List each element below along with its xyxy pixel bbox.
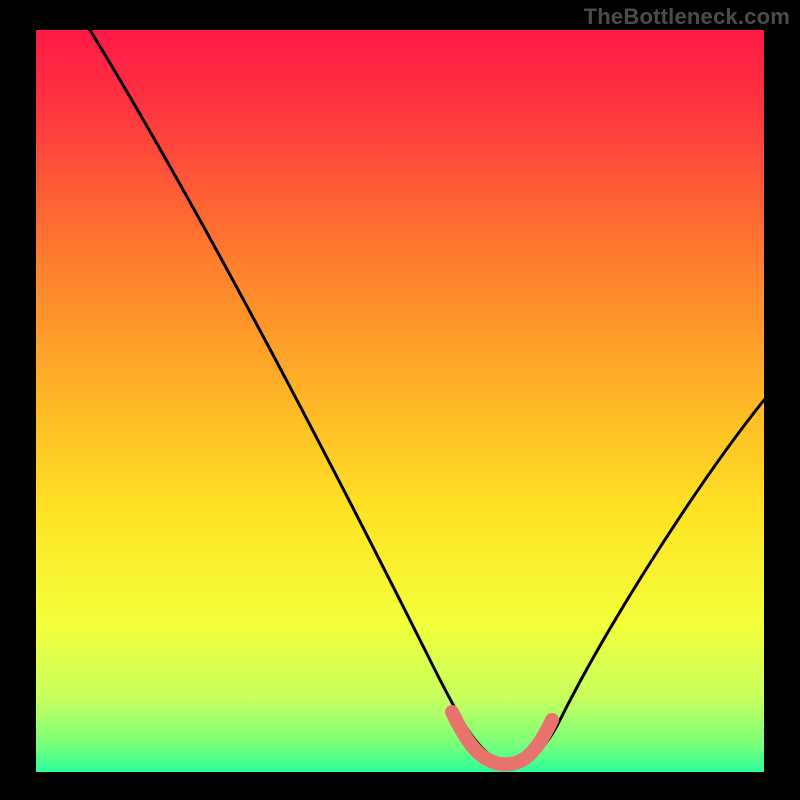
chart-frame: TheBottleneck.com (0, 0, 800, 800)
bottleneck-chart (0, 0, 800, 800)
watermark-text: TheBottleneck.com (584, 4, 790, 30)
plot-background (36, 30, 764, 772)
